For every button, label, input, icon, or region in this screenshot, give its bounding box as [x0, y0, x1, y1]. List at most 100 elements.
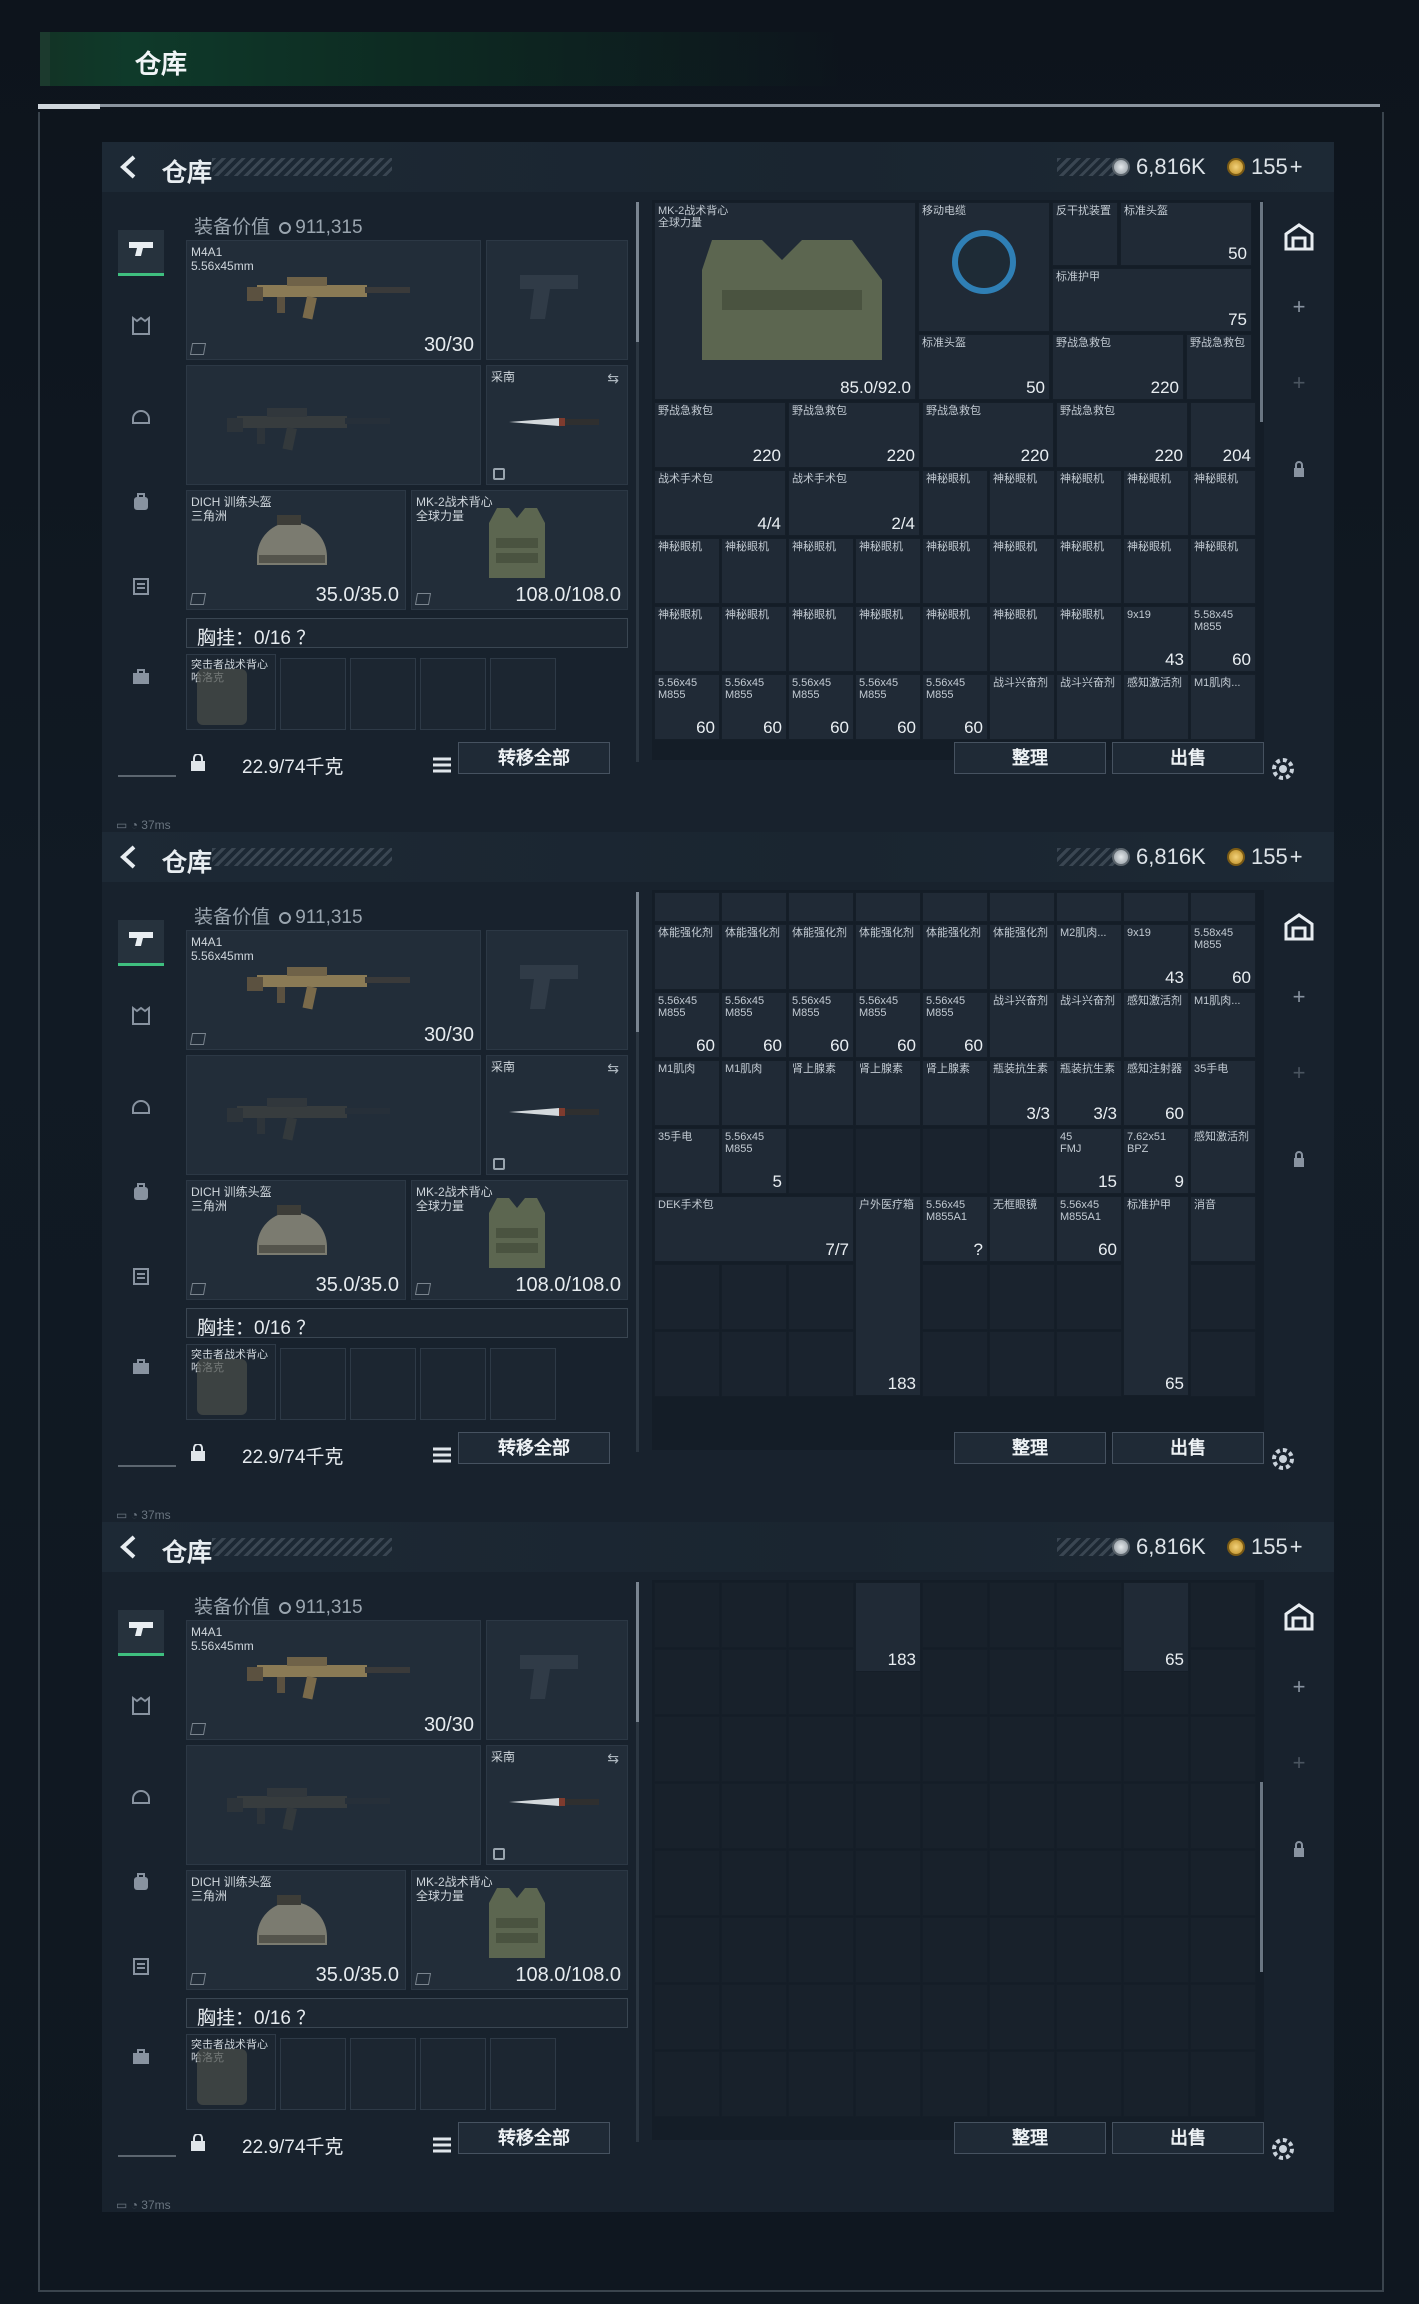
armor-slot[interactable]: MK-2战术背心 全球力量 108.0/108.0	[411, 1870, 628, 1990]
inventory-item[interactable]: M2肌肉...	[1056, 924, 1122, 990]
inventory-item[interactable]: 野战急救包 220	[1056, 402, 1188, 468]
inventory-item[interactable]: 感知激活剂	[1123, 992, 1189, 1058]
empty-weapon-slot[interactable]	[186, 365, 481, 485]
inventory-item[interactable]: 神秘眼机	[989, 538, 1055, 604]
rig-bar[interactable]: 胸挂：0/16 ？	[186, 1998, 628, 2029]
empty-cell[interactable]	[989, 1850, 1055, 1916]
inventory-item[interactable]: 65	[1123, 1582, 1189, 1672]
empty-cell[interactable]	[721, 1649, 787, 1715]
empty-cell[interactable]	[922, 2051, 988, 2117]
inventory-item[interactable]: 神秘眼机	[1056, 538, 1122, 604]
inventory-item[interactable]: M1肌肉...	[1190, 992, 1256, 1058]
inventory-item[interactable]: 5.56x45 M855 60	[855, 992, 921, 1058]
empty-cell[interactable]	[721, 2051, 787, 2117]
inventory-item[interactable]: 神秘眼机	[721, 538, 787, 604]
inventory-item[interactable]: 肾上腺素	[855, 1060, 921, 1126]
empty-cell[interactable]	[989, 1783, 1055, 1849]
empty-cell[interactable]	[654, 1582, 720, 1648]
inventory-item[interactable]: 野战急救包	[1186, 334, 1252, 400]
empty-cell[interactable]	[1190, 1582, 1256, 1648]
inventory-item[interactable]	[1190, 892, 1256, 922]
empty-cell[interactable]	[788, 1716, 854, 1782]
inventory-item[interactable]: 战术手术包 4/4	[654, 470, 786, 536]
back-icon[interactable]	[116, 844, 142, 870]
empty-cell[interactable]	[922, 1582, 988, 1648]
empty-cell[interactable]	[788, 1649, 854, 1715]
empty-cell[interactable]	[721, 1331, 787, 1397]
empty-cell[interactable]	[1056, 2051, 1122, 2117]
inventory-item[interactable]: 5.58x45 M855 60	[1190, 606, 1256, 672]
empty-cell[interactable]	[1123, 1984, 1189, 2050]
inventory-item[interactable]: 5.56x45 M855 60	[721, 674, 787, 740]
bag-slot-4[interactable]	[490, 2038, 556, 2110]
currency-gold[interactable]: 155 +	[1227, 1534, 1303, 1560]
empty-cell[interactable]	[788, 1984, 854, 2050]
nav-armor[interactable]	[118, 1685, 164, 1731]
sell-button[interactable]: 出售	[1112, 2122, 1264, 2154]
empty-cell[interactable]	[922, 1984, 988, 2050]
inventory-item[interactable]: 体能强化剂	[654, 924, 720, 990]
empty-cell[interactable]	[922, 1850, 988, 1916]
empty-cell[interactable]	[1056, 1649, 1122, 1715]
secondary-weapon-slot[interactable]	[486, 1620, 628, 1740]
inventory-item[interactable]: 5.56x45 M855 60	[788, 992, 854, 1058]
inventory-item[interactable]: 神秘眼机	[721, 606, 787, 672]
nav-helmet[interactable]	[118, 1775, 164, 1821]
inventory-item[interactable]: 战斗兴奋剂	[989, 992, 1055, 1058]
list-icon[interactable]	[428, 2132, 456, 2158]
empty-cell[interactable]	[721, 1582, 787, 1648]
nav-backpack[interactable]	[118, 1860, 164, 1906]
inventory-item[interactable]: 体能强化剂	[788, 924, 854, 990]
inventory-item[interactable]: 体能强化剂	[721, 924, 787, 990]
inventory-item[interactable]: 神秘眼机	[855, 606, 921, 672]
empty-cell[interactable]	[1123, 1716, 1189, 1782]
melee-slot[interactable]: 采南 ⇆	[486, 1055, 628, 1175]
warehouse-tab[interactable]	[1282, 220, 1316, 254]
empty-cell[interactable]	[1056, 1917, 1122, 1983]
warehouse-tab[interactable]	[1282, 1600, 1316, 1634]
empty-cell[interactable]	[855, 1128, 921, 1194]
bag-slot-1[interactable]	[280, 658, 346, 730]
inventory-item[interactable]: 无框眼镜	[989, 1196, 1055, 1262]
helmet-slot[interactable]: DICH 训练头盔 三角洲 35.0/35.0	[186, 1870, 406, 1990]
sell-button[interactable]: 出售	[1112, 742, 1264, 774]
settings-gear-icon[interactable]	[1268, 1444, 1298, 1474]
empty-weapon-slot[interactable]	[186, 1745, 481, 1865]
inventory-item[interactable]: M1肌肉	[721, 1060, 787, 1126]
empty-cell[interactable]	[788, 1582, 854, 1648]
inventory-item[interactable]: 反干扰装置	[1052, 202, 1118, 266]
melee-slot[interactable]: 采南 ⇆	[486, 1745, 628, 1865]
empty-cell[interactable]	[989, 2051, 1055, 2117]
empty-cell[interactable]	[1123, 1917, 1189, 1983]
empty-cell[interactable]	[1123, 1850, 1189, 1916]
inventory-item[interactable]	[654, 892, 720, 922]
nav-toolbox[interactable]	[118, 2035, 164, 2081]
empty-cell[interactable]	[855, 1917, 921, 1983]
empty-weapon-slot[interactable]	[186, 1055, 481, 1175]
bag-slot-3[interactable]	[420, 2038, 486, 2110]
inventory-item[interactable]: DEK手术包 7/7	[654, 1196, 854, 1262]
empty-cell[interactable]	[788, 2051, 854, 2117]
empty-cell[interactable]	[1056, 1850, 1122, 1916]
empty-cell[interactable]	[1190, 1649, 1256, 1715]
empty-cell[interactable]	[989, 1716, 1055, 1782]
nav-helmet[interactable]	[118, 1085, 164, 1131]
empty-cell[interactable]	[1190, 1917, 1256, 1983]
bag-slot-2[interactable]	[350, 1348, 416, 1420]
empty-cell[interactable]	[855, 1850, 921, 1916]
inventory-item[interactable]: 标准护甲 75	[1052, 268, 1252, 332]
transfer-all-button[interactable]: 转移全部	[458, 742, 610, 774]
equipment-scroll-thumb[interactable]	[636, 1582, 639, 1722]
inventory-item[interactable]: 体能强化剂	[922, 924, 988, 990]
inventory-item[interactable]: 5.56x45 M855 60	[654, 992, 720, 1058]
inventory-item[interactable]: 35手电	[654, 1128, 720, 1194]
inventory-item[interactable]: 瓶装抗生素 3/3	[1056, 1060, 1122, 1126]
add-tab-icon[interactable]: +	[1282, 1060, 1316, 1094]
backpack-slot[interactable]: 突击者战术背心哈洛克	[186, 654, 276, 730]
empty-cell[interactable]	[922, 1264, 988, 1330]
empty-cell[interactable]	[788, 1917, 854, 1983]
inventory-item[interactable]: 野战急救包 220	[1052, 334, 1184, 400]
inventory-scrollbar[interactable]	[1260, 1782, 1263, 1972]
empty-cell[interactable]	[1190, 1783, 1256, 1849]
empty-cell[interactable]	[654, 1716, 720, 1782]
